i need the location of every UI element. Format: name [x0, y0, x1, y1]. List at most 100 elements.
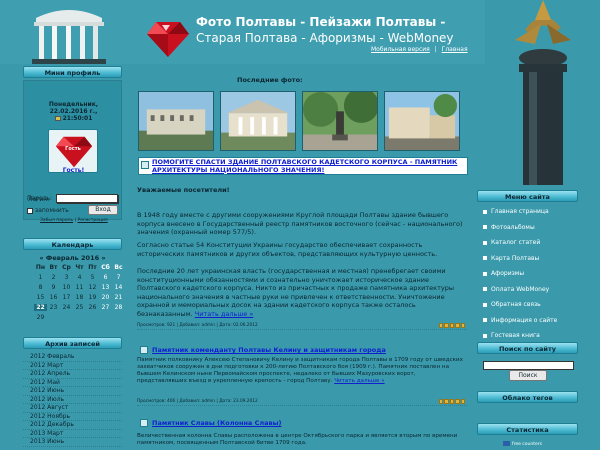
statistics-title: Статистика [477, 423, 578, 435]
calendar-month-nav[interactable]: « Февраль 2016 » [23, 254, 122, 262]
free-counters-widget[interactable]: free counters [503, 441, 542, 447]
archive-item[interactable]: 2013 Март [23, 430, 122, 438]
forgot-password-link[interactable]: Забыл пароль [40, 218, 73, 223]
tag-cloud-box: Облако тегов [477, 391, 578, 403]
star-icon [449, 399, 455, 404]
calendar-day[interactable]: 14 [112, 284, 125, 291]
latest-photo-4[interactable] [384, 91, 460, 151]
search-button[interactable]: Поиск [509, 370, 547, 381]
site-menu-title: Меню сайта [477, 190, 578, 202]
calendar-day[interactable]: 7 [112, 274, 125, 281]
archive-item[interactable]: 2012 Декабрь [23, 421, 122, 430]
calendar-empty-cell [47, 314, 60, 321]
profile-small-links: Забыл пароль | Регистрация [40, 218, 108, 223]
site-menu-item[interactable]: Фотоальбомы [483, 224, 535, 231]
calendar-day[interactable]: 15 [34, 294, 47, 301]
calendar-day[interactable]: 22 [34, 304, 47, 311]
site-menu-item-label: Обратная связь [491, 301, 541, 308]
remember-checkbox[interactable]: запомнить [27, 207, 69, 214]
site-menu-item[interactable]: Карта Полтавы [483, 255, 539, 262]
calendar-day[interactable]: 29 [34, 314, 47, 321]
calendar-day[interactable]: 18 [73, 294, 86, 301]
archive-item[interactable]: 2012 Ноябрь [23, 413, 122, 421]
calendar-day[interactable]: 2 [47, 274, 60, 281]
star-icon [449, 323, 455, 328]
calendar-day[interactable]: 1 [34, 274, 47, 281]
archive-item[interactable]: 2012 Апрель [23, 370, 122, 379]
calendar-day[interactable]: 28 [112, 304, 125, 311]
calendar-grid: Пн Вт Ср Чт Пт Сб Вс 1 2 3 4 5 6 7 8 9 10 11 12 13 14 15 16 17 1… [34, 264, 125, 321]
site-menu-item[interactable]: Афоризмы [483, 270, 524, 277]
calendar-day[interactable]: 11 [73, 284, 86, 291]
post-meta-1-text: Просмотров: 921 | Добавил: admin | Дата:… [137, 323, 258, 328]
archive-item[interactable]: 2012 Июнь [23, 387, 122, 396]
star-icon [460, 323, 466, 328]
home-link[interactable]: Главная [442, 46, 468, 53]
archive-item[interactable]: 2012 Август [23, 404, 122, 413]
calendar-day[interactable]: 8 [34, 284, 47, 291]
login-button[interactable]: Вход [88, 205, 118, 215]
calendar-day[interactable]: 6 [99, 274, 112, 281]
site-menu-item[interactable]: Информация о сайте [483, 317, 557, 324]
password-input[interactable] [56, 194, 118, 203]
calendar-day[interactable]: 26 [86, 304, 99, 311]
archive-item[interactable]: 2013 Июнь [23, 438, 122, 447]
post-text-3: Величественная колонна Славы расположена… [137, 433, 458, 446]
register-link[interactable]: Регистрация [78, 218, 108, 223]
post-icon [141, 161, 149, 169]
site-menu-item[interactable]: Обратная связь [483, 301, 541, 308]
archive-item[interactable]: 2012 Февраль [23, 353, 122, 362]
site-menu-item[interactable]: Главная страница [483, 208, 549, 215]
profile-date: 22.02.2016 г., [49, 108, 98, 115]
latest-photo-1[interactable] [138, 91, 214, 151]
calendar-day[interactable]: 16 [47, 294, 60, 301]
calendar-day[interactable]: 19 [86, 294, 99, 301]
mobile-version-link[interactable]: Мобильная версия [371, 46, 430, 53]
site-menu-item-label: Главная страница [491, 208, 549, 215]
site-menu-item[interactable]: Каталог статей [483, 239, 540, 246]
archive-item[interactable]: 2012 Июль [23, 396, 122, 404]
calendar-day[interactable]: 20 [99, 294, 112, 301]
site-menu-item[interactable]: Гостевая книга [483, 332, 540, 339]
counter-icon [503, 441, 510, 446]
calendar-day[interactable]: 24 [60, 304, 73, 311]
calendar-day[interactable]: 10 [60, 284, 73, 291]
statistics-box: Статистика [477, 423, 578, 435]
read-more-link-2[interactable]: Читать дальше » [334, 378, 384, 384]
archive-item[interactable]: 2012 Март [23, 362, 122, 370]
calendar-day[interactable]: 9 [47, 284, 60, 291]
latest-photo-2[interactable] [220, 91, 296, 151]
calendar-day[interactable]: 5 [86, 274, 99, 281]
post-icon [140, 346, 148, 354]
calendar-day[interactable]: 4 [73, 274, 86, 281]
notice-link[interactable]: ПОМОГИТЕ СПАСТИ ЗДАНИЕ ПОЛТАВСКОГО КАДЕТ… [152, 158, 462, 174]
calendar-day[interactable]: 12 [86, 284, 99, 291]
post-title-3[interactable]: Памятник Славы (Колонна Славы) [152, 419, 281, 427]
latest-photo-3[interactable] [302, 91, 378, 151]
post-title-2[interactable]: Памятник коменданту Полтавы Келину и защ… [152, 346, 386, 354]
calendar-day[interactable]: 25 [73, 304, 86, 311]
ruby-gem-logo-icon [147, 22, 189, 57]
archive-title: Архив записей [23, 337, 122, 349]
calendar-day[interactable]: 27 [99, 304, 112, 311]
star-icon [439, 323, 444, 328]
post-text-2-body: Памятник полковнику Алексею Степановичу … [137, 357, 463, 384]
header-links: Мобильная версия | Главная [371, 46, 468, 53]
search-input[interactable] [483, 361, 574, 370]
calendar-empty-cell [73, 314, 86, 321]
post-meta-1: Просмотров: 921 | Добавил: admin | Дата:… [137, 322, 467, 330]
archive-item[interactable]: 2012 Май [23, 379, 122, 387]
calendar-day[interactable]: 21 [112, 294, 125, 301]
site-menu-item[interactable]: Оплата WebMoney [483, 286, 549, 293]
paragraph-3-text: Последние 20 лет украинская власть (госу… [137, 267, 454, 318]
post-meta-2-text: Просмотров: 406 | Добавил: admin | Дата:… [137, 399, 258, 404]
read-more-link-1[interactable]: Читать дальше » [195, 310, 254, 318]
checkbox-icon[interactable] [27, 207, 33, 214]
site-menu-item-label: Гостевая книга [491, 332, 540, 339]
site-menu-item-label: Информация о сайте [491, 316, 558, 324]
calendar-day[interactable]: 17 [60, 294, 73, 301]
calendar-day[interactable]: 3 [60, 274, 73, 281]
calendar-weekday-header: Ср [62, 264, 71, 271]
calendar-day[interactable]: 23 [47, 304, 60, 311]
calendar-day[interactable]: 13 [99, 284, 112, 291]
